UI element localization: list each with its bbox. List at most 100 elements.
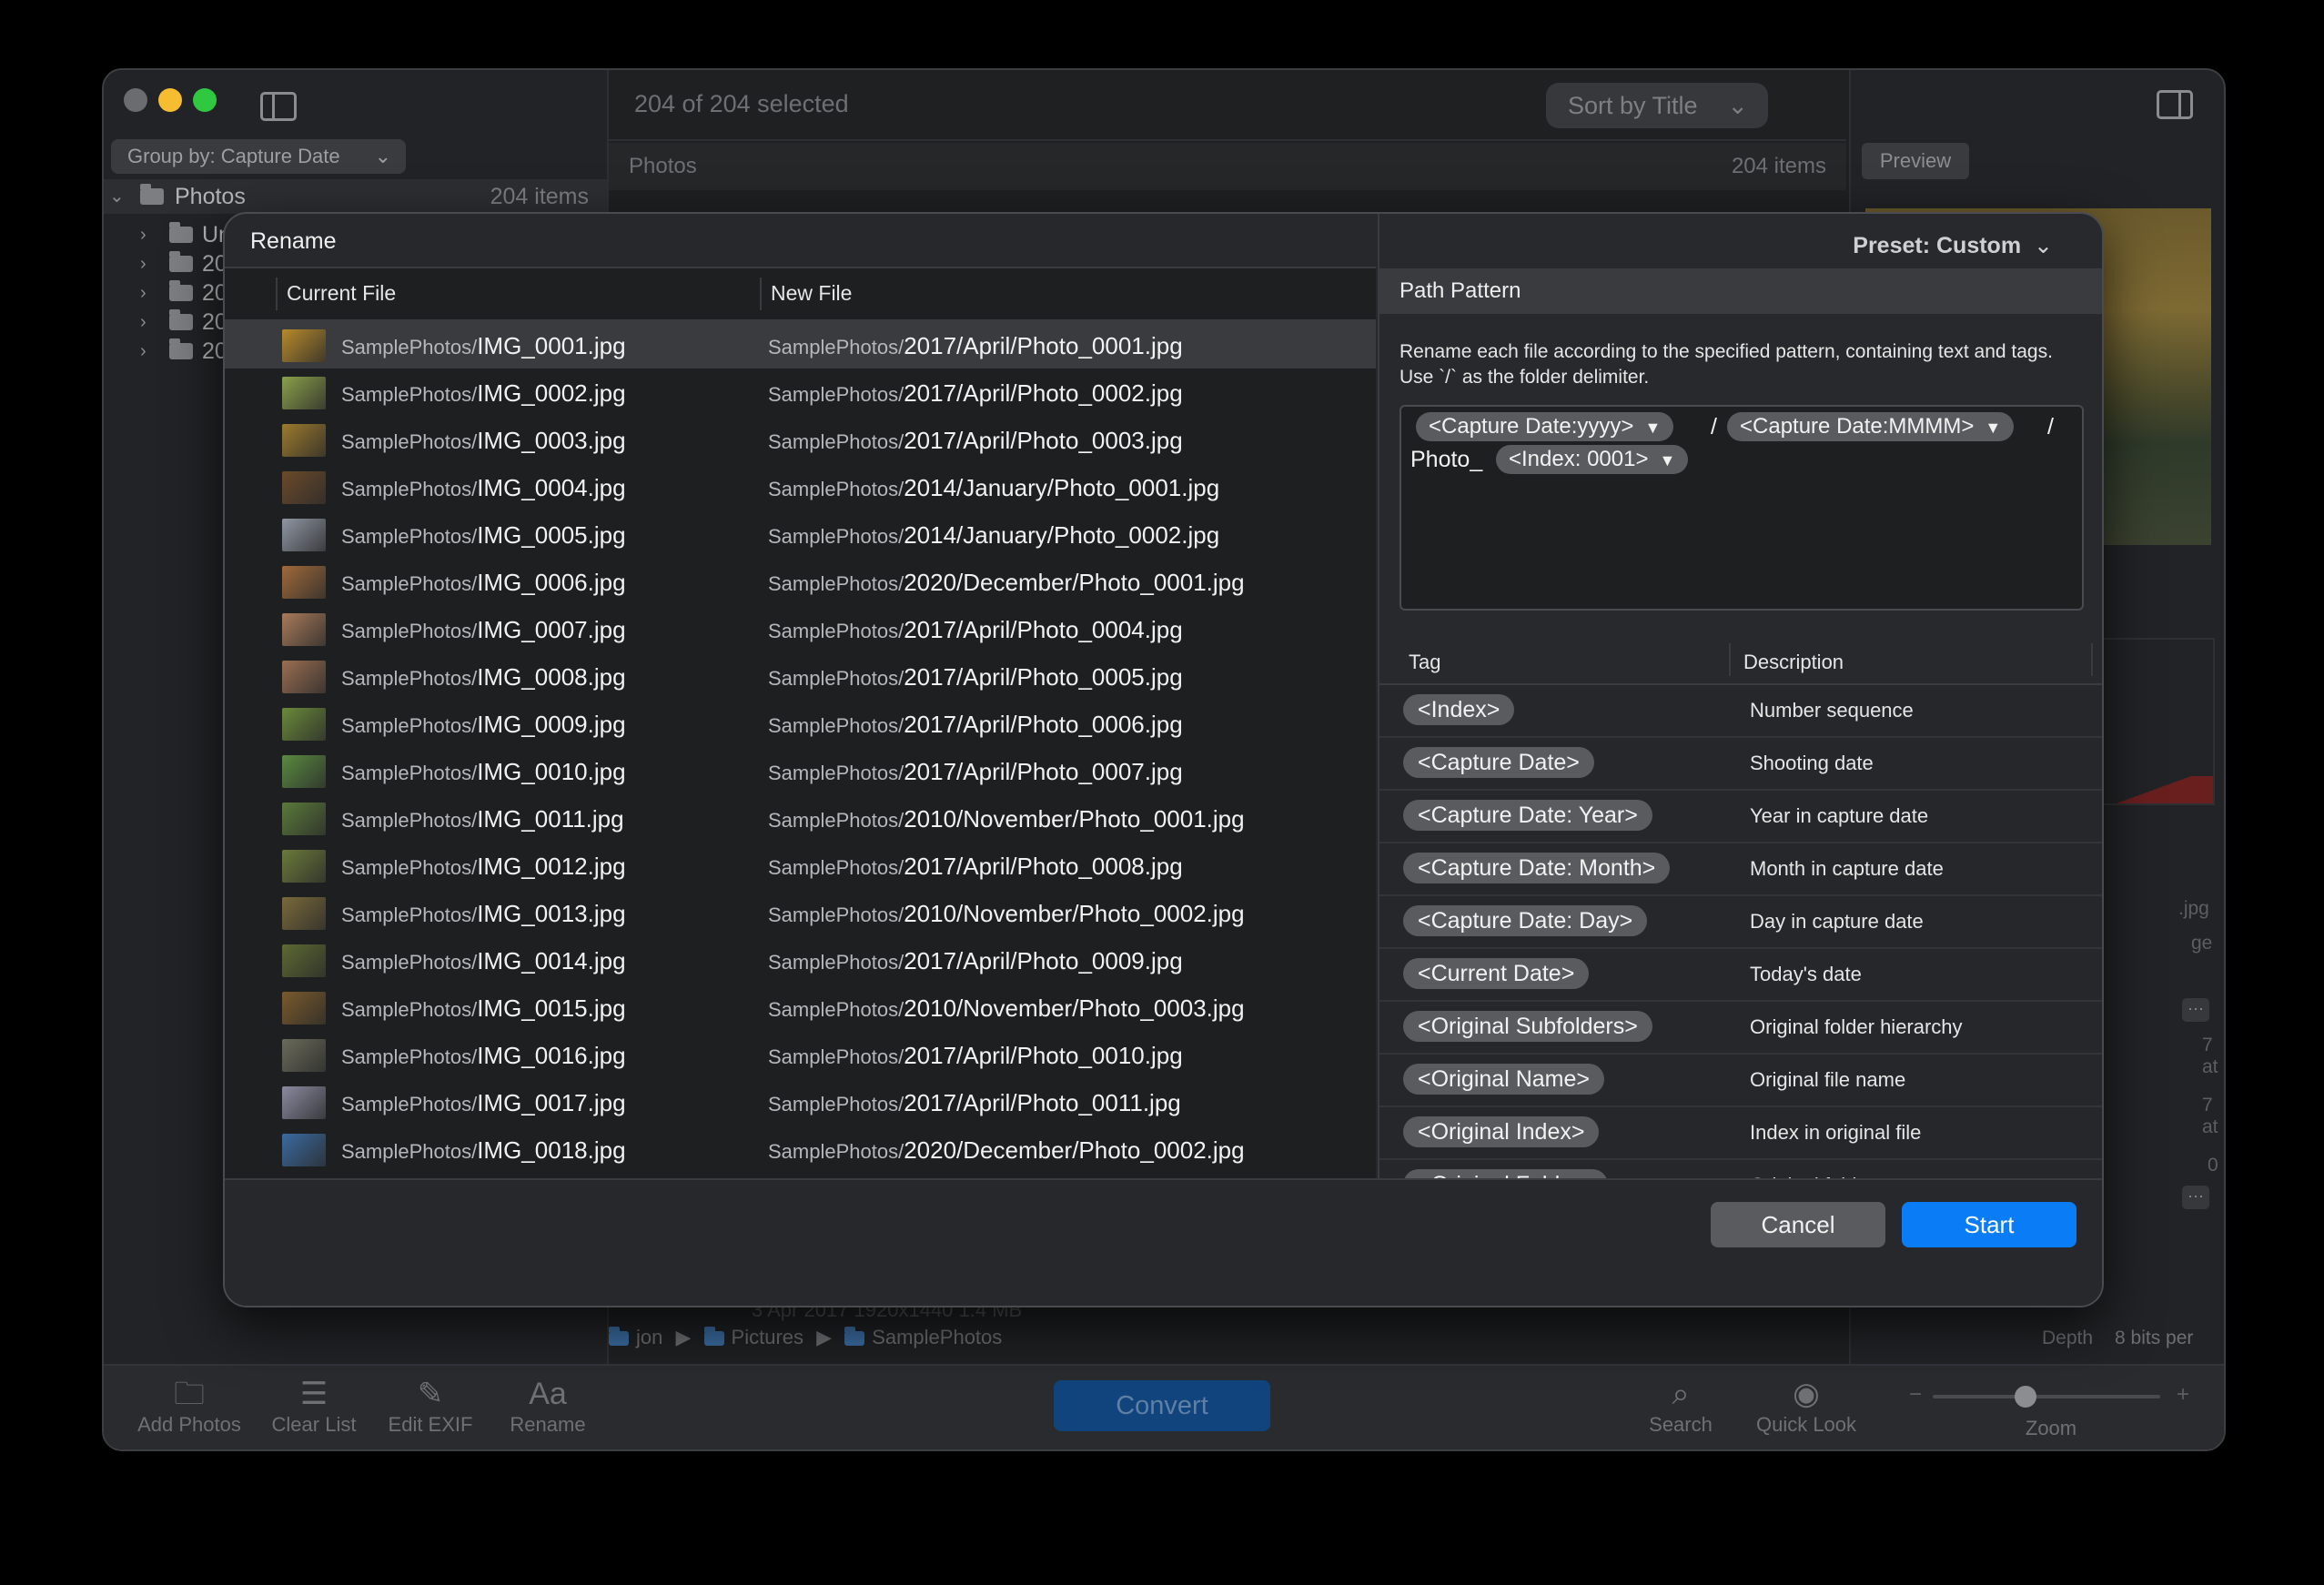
edit-icon: ✎ — [417, 1377, 444, 1411]
column-tag[interactable]: Tag — [1409, 651, 1440, 674]
tag-row[interactable]: <Capture Date: Month> Month in capture da… — [1379, 843, 2102, 896]
tag-token[interactable]: <Capture Date> — [1403, 747, 1594, 778]
zoom-slider-knob[interactable] — [2015, 1386, 2036, 1408]
table-row[interactable]: SamplePhotos/IMG_0016.jpg SamplePhotos/20… — [225, 1031, 1376, 1078]
table-row[interactable]: SamplePhotos/IMG_0015.jpg SamplePhotos/20… — [225, 984, 1376, 1031]
table-row[interactable]: SamplePhotos/IMG_0006.jpg SamplePhotos/20… — [225, 558, 1376, 605]
disclosure-open-icon[interactable]: ⌄ — [109, 179, 125, 214]
preview-tab[interactable]: Preview — [1862, 143, 1969, 179]
zoom-in-icon[interactable]: + — [2177, 1382, 2189, 1408]
tag-token[interactable]: <Capture Date: Month> — [1403, 853, 1671, 883]
tag-row[interactable]: <Capture Date: Year> Year in capture date — [1379, 791, 2102, 843]
cancel-button[interactable]: Cancel — [1711, 1202, 1885, 1247]
tag-token[interactable]: <Capture Date: Day> — [1403, 905, 1648, 936]
table-row[interactable]: SamplePhotos/IMG_0003.jpg SamplePhotos/20… — [225, 416, 1376, 463]
tag-row[interactable]: <Original Subfolders> Original folder hie… — [1379, 1002, 2102, 1055]
table-row[interactable]: SamplePhotos/IMG_0002.jpg SamplePhotos/20… — [225, 368, 1376, 416]
new-file-dir: SamplePhotos/ — [768, 809, 904, 832]
more-options-button[interactable]: ··· — [2182, 1186, 2209, 1209]
photo-thumbnail — [282, 471, 326, 504]
new-file-cell: SamplePhotos/2014/January/Photo_0001.jpg — [768, 474, 1219, 502]
column-divider[interactable] — [1729, 643, 1731, 676]
pattern-token[interactable]: <Capture Date:yyyy> ▼ — [1416, 412, 1674, 441]
table-row[interactable]: SamplePhotos/IMG_0004.jpg SamplePhotos/20… — [225, 463, 1376, 510]
tag-token[interactable]: <Capture Date: Year> — [1403, 800, 1652, 831]
breadcrumb-item[interactable]: jon — [636, 1326, 662, 1348]
table-row[interactable]: SamplePhotos/IMG_0009.jpg SamplePhotos/20… — [225, 700, 1376, 747]
tree-root-photos[interactable]: ⌄ Photos 204 items — [104, 179, 607, 214]
more-options-button[interactable]: ··· — [2182, 998, 2209, 1022]
minimize-window-button[interactable] — [158, 88, 182, 112]
tag-list[interactable]: <Index> Number sequence <Capture Date> Shoo… — [1379, 685, 2102, 1180]
table-row[interactable]: SamplePhotos/IMG_0010.jpg SamplePhotos/20… — [225, 747, 1376, 794]
table-row[interactable]: SamplePhotos/IMG_0012.jpg SamplePhotos/20… — [225, 842, 1376, 889]
column-description[interactable]: Description — [1743, 651, 1844, 674]
column-divider — [2091, 643, 2093, 676]
start-button[interactable]: Start — [1902, 1202, 2076, 1247]
rename-button[interactable]: Aa Rename — [502, 1375, 593, 1437]
tag-token[interactable]: <Original Name> — [1403, 1064, 1604, 1095]
sort-dropdown[interactable]: Sort by Title ⌄ — [1546, 83, 1768, 128]
table-row[interactable]: SamplePhotos/IMG_0011.jpg SamplePhotos/20… — [225, 794, 1376, 842]
tag-row[interactable]: <Current Date> Today's date — [1379, 949, 2102, 1002]
column-divider[interactable] — [760, 278, 762, 310]
caret-down-icon[interactable]: ▼ — [1985, 419, 2001, 437]
zoom-window-button[interactable] — [193, 88, 217, 112]
edit-exif-button[interactable]: ✎ Edit EXIF — [380, 1375, 480, 1437]
tag-row[interactable]: <Original Index> Index in original file — [1379, 1107, 2102, 1160]
table-row[interactable]: SamplePhotos/IMG_0001.jpg SamplePhotos/20… — [225, 321, 1376, 368]
preset-dropdown[interactable]: Preset: Custom ⌄ — [1853, 232, 2053, 259]
breadcrumb-item[interactable]: SamplePhotos — [872, 1326, 1002, 1348]
table-row[interactable]: SamplePhotos/IMG_0017.jpg SamplePhotos/20… — [225, 1078, 1376, 1126]
table-row[interactable]: SamplePhotos/IMG_0005.jpg SamplePhotos/20… — [225, 510, 1376, 558]
folder-icon — [169, 338, 193, 359]
pattern-token[interactable]: <Index: 0001> ▼ — [1496, 445, 1689, 474]
new-file-dir: SamplePhotos/ — [768, 478, 904, 500]
search-button[interactable]: ⌕ Search — [1640, 1375, 1722, 1437]
edit-exif-label: Edit EXIF — [388, 1413, 473, 1436]
folder-icon — [140, 184, 164, 205]
tag-row[interactable]: <Original Folder>Original folder name — [1379, 1160, 2102, 1180]
tag-token[interactable]: <Index> — [1403, 694, 1515, 725]
tag-token[interactable]: <Current Date> — [1403, 958, 1590, 989]
table-row[interactable]: SamplePhotos/IMG_0018.jpg SamplePhotos/20… — [225, 1126, 1376, 1173]
table-row[interactable]: SamplePhotos/IMG_0014.jpg SamplePhotos/20… — [225, 936, 1376, 984]
photo-thumbnail — [282, 1086, 326, 1119]
column-current-file[interactable]: Current File — [287, 281, 396, 306]
tag-row[interactable]: <Capture Date: Day> Day in capture date — [1379, 896, 2102, 949]
inspector-toggle-icon[interactable] — [2157, 90, 2193, 119]
new-file-cell: SamplePhotos/2010/November/Photo_0002.jp… — [768, 900, 1245, 928]
tag-row[interactable]: <Index> Number sequence — [1379, 685, 2102, 738]
tag-row[interactable]: <Original Name> Original file name — [1379, 1055, 2102, 1107]
sidebar-toggle-icon[interactable] — [260, 92, 297, 121]
table-row[interactable]: SamplePhotos/IMG_0008.jpg SamplePhotos/20… — [225, 652, 1376, 700]
pattern-editor[interactable]: <Capture Date:yyyy> ▼ / <Capture Date:MMM… — [1399, 405, 2084, 611]
table-row[interactable]: SamplePhotos/IMG_0019.jpgSamplePhotos/20… — [225, 1173, 1376, 1175]
table-row[interactable]: SamplePhotos/IMG_0013.jpg SamplePhotos/20… — [225, 889, 1376, 936]
add-photos-button[interactable]: 🗀 Add Photos — [135, 1375, 244, 1437]
new-file-name: 2020/December/Photo_0002.jpg — [904, 1136, 1245, 1164]
file-list[interactable]: SamplePhotos/IMG_0001.jpg SamplePhotos/20… — [225, 321, 1376, 1175]
caret-down-icon[interactable]: ▼ — [1644, 419, 1661, 437]
new-file-cell: SamplePhotos/2017/April/Photo_0008.jpg — [768, 853, 1183, 881]
tag-token[interactable]: <Original Subfolders> — [1403, 1011, 1652, 1042]
convert-button[interactable]: Convert — [1054, 1380, 1270, 1431]
column-new-file[interactable]: New File — [771, 281, 852, 306]
caret-down-icon[interactable]: ▼ — [1659, 451, 1675, 469]
pattern-token[interactable]: <Capture Date:MMMM> ▼ — [1727, 412, 2015, 441]
clear-list-button[interactable]: ☰ Clear List — [264, 1375, 364, 1437]
quick-look-button[interactable]: ◉ Quick Look — [1747, 1375, 1865, 1437]
new-file-cell: SamplePhotos/2017/April/Photo_0010.jpg — [768, 1042, 1183, 1070]
tag-row[interactable]: <Capture Date> Shooting date — [1379, 738, 2102, 791]
tag-token[interactable]: <Original Index> — [1403, 1116, 1600, 1147]
disclosure-closed-icon[interactable]: › — [140, 334, 147, 368]
new-file-dir: SamplePhotos/ — [768, 762, 904, 784]
current-file-cell: SamplePhotos/IMG_0012.jpg — [341, 853, 626, 881]
breadcrumb-item[interactable]: Pictures — [732, 1326, 803, 1348]
zoom-out-icon[interactable]: − — [1909, 1382, 1922, 1408]
group-by-dropdown[interactable]: Group by: Capture Date ⌄ — [111, 139, 406, 174]
close-window-button[interactable] — [124, 88, 147, 112]
file-preview-table: Current File New File SamplePhotos/IMG_0… — [225, 267, 1376, 1178]
table-row[interactable]: SamplePhotos/IMG_0007.jpg SamplePhotos/20… — [225, 605, 1376, 652]
zoom-slider[interactable] — [1933, 1386, 2160, 1408]
